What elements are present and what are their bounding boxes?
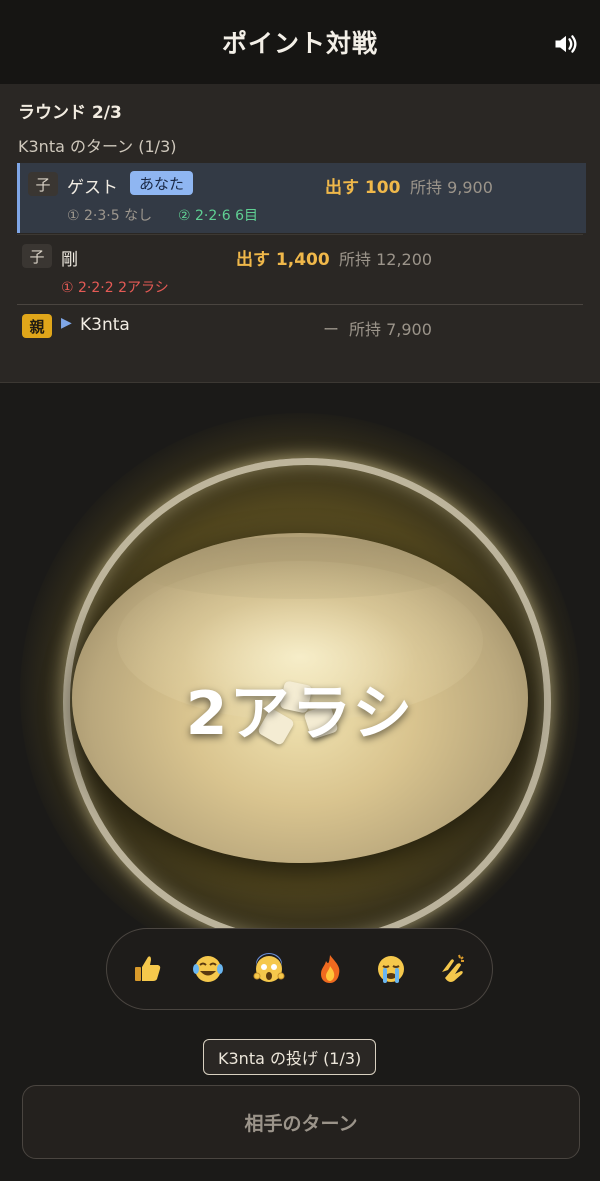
opponent-turn-button[interactable]: 相手のターン bbox=[22, 1085, 580, 1159]
bet-amount: 出す 100 bbox=[325, 178, 401, 198]
roll-result-text: 2アラシ bbox=[185, 679, 415, 749]
app-header: ポイント対戦 bbox=[0, 0, 600, 84]
thumbs-up-icon[interactable] bbox=[125, 947, 169, 991]
reaction-bar bbox=[106, 928, 493, 1010]
fire-icon[interactable] bbox=[308, 947, 352, 991]
clapping-hands-icon[interactable] bbox=[430, 947, 474, 991]
you-badge: あなた bbox=[130, 171, 194, 195]
player-row: 子 ゲスト あなた 出す 100 所持 9,900 ① 2·3·5 なし ② 2… bbox=[17, 163, 586, 233]
roll-result: ① 2·2·2 2アラシ bbox=[61, 280, 169, 296]
player-row: 子 剛 出す 1,400 所持 12,200 ① 2·2·2 2アラシ bbox=[17, 234, 583, 305]
crying-face-icon[interactable] bbox=[369, 947, 413, 991]
tears-of-joy-icon[interactable] bbox=[186, 947, 230, 991]
bet-amount: 出す 1,400 bbox=[236, 250, 330, 270]
parent-badge: 親 bbox=[22, 314, 52, 338]
bet-amount: ー bbox=[323, 320, 340, 339]
round-indicator: ラウンド 2/3 bbox=[18, 103, 122, 123]
page-title: ポイント対戦 bbox=[221, 29, 378, 58]
turn-indicator: K3nta のターン (1/3) bbox=[18, 137, 177, 156]
screaming-face-icon[interactable] bbox=[247, 947, 291, 991]
roll-result: ① 2·3·5 なし bbox=[67, 208, 153, 224]
player-name: K3nta bbox=[80, 315, 130, 335]
role-badge: 子 bbox=[28, 172, 58, 196]
dice-arena: 2アラシ K3nta の投げ (1/3) 相手のターン bbox=[0, 383, 600, 1181]
speaker-icon[interactable] bbox=[552, 30, 580, 58]
role-badge: 子 bbox=[22, 244, 52, 268]
player-row: 親 ▶ K3nta ー 所持 7,900 bbox=[17, 304, 583, 355]
scoreboard-panel: ラウンド 2/3 K3nta のターン (1/3) 子 ゲスト あなた 出す 1… bbox=[0, 84, 600, 383]
current-turn-icon: ▶ bbox=[61, 315, 72, 331]
player-name: ゲスト bbox=[67, 178, 118, 198]
holding-amount: 所持 7,900 bbox=[349, 320, 432, 339]
player-name: 剛 bbox=[61, 250, 78, 270]
holding-amount: 所持 9,900 bbox=[410, 178, 493, 197]
holding-amount: 所持 12,200 bbox=[339, 250, 433, 269]
throw-status: K3nta の投げ (1/3) bbox=[203, 1039, 377, 1075]
roll-result: ② 2·2·6 6目 bbox=[178, 208, 258, 224]
